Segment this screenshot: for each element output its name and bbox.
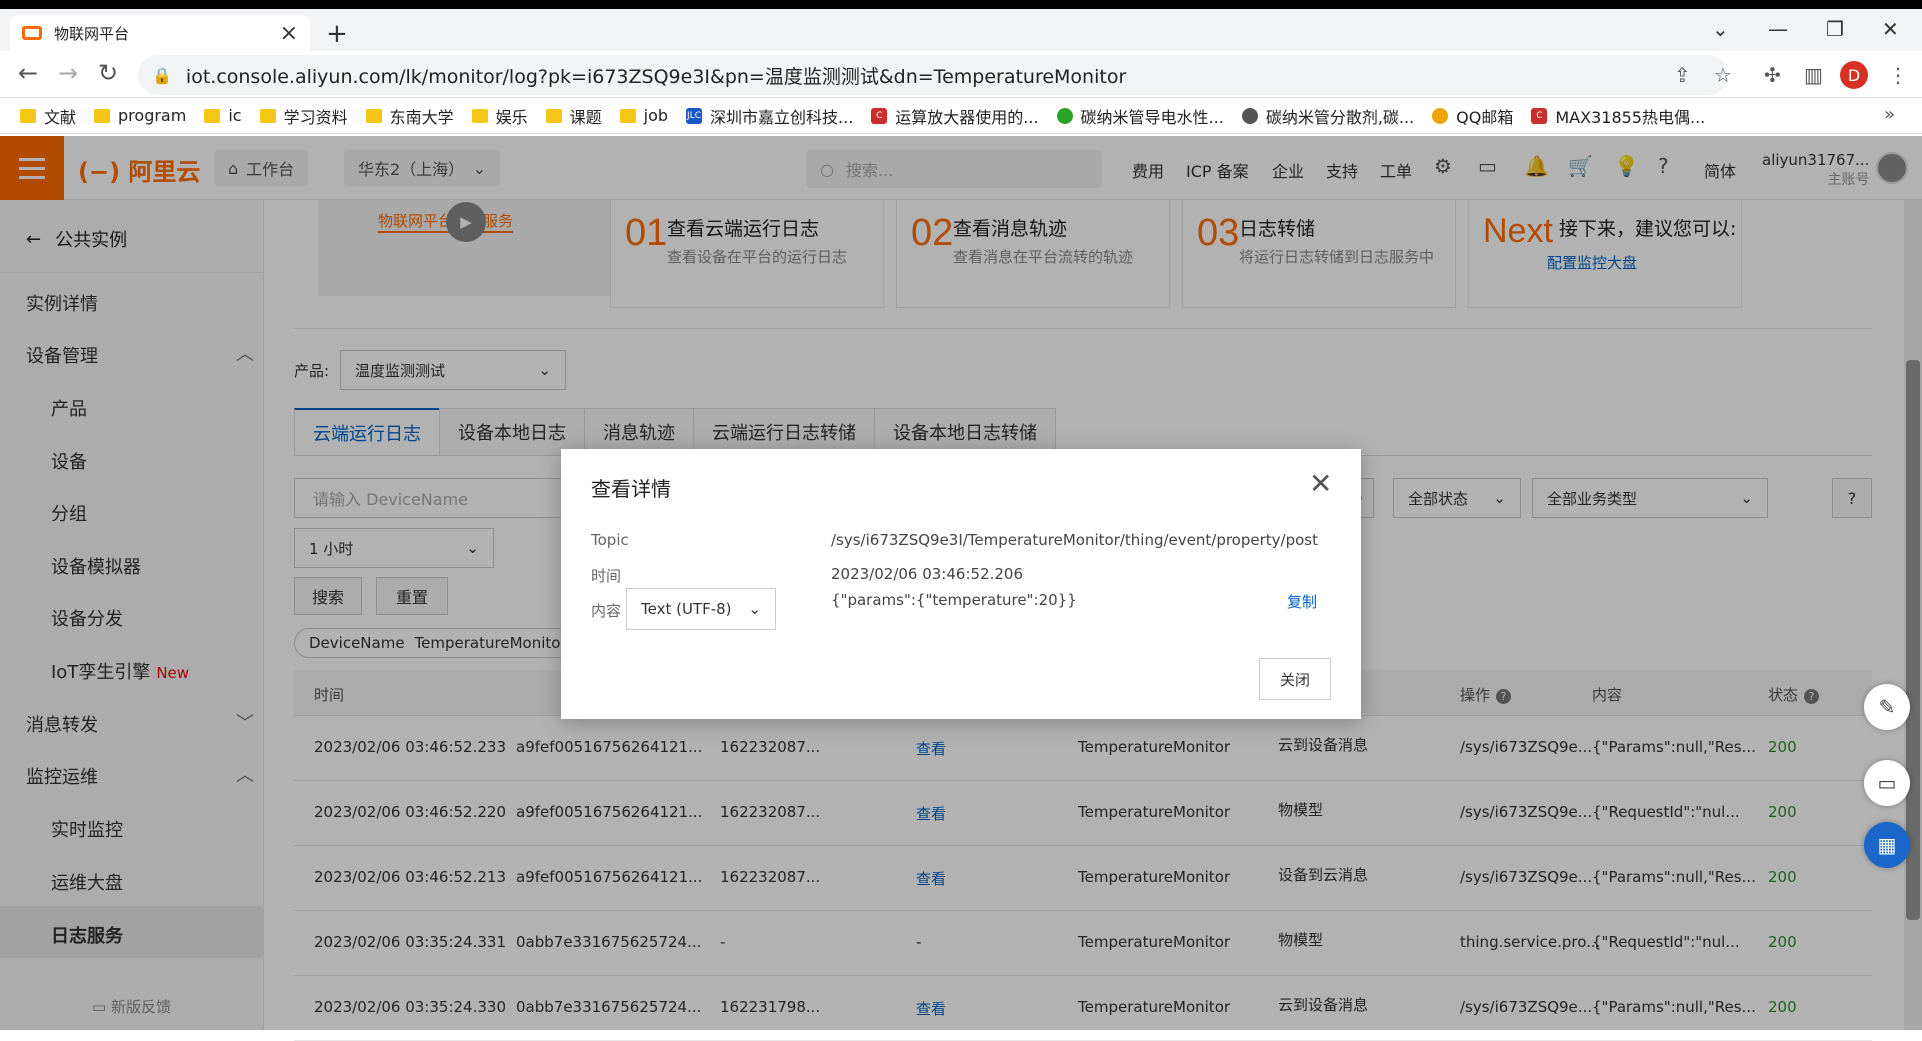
bookmark-item[interactable]: 碳纳米管分散剂,碳... (1241, 104, 1414, 128)
tab-title: 物联网平台 (54, 24, 130, 43)
time-label: 时间 (591, 567, 622, 585)
csdn-favicon-icon: C (871, 107, 888, 124)
folder-icon (204, 108, 221, 123)
bookmark-item[interactable]: 课题 (545, 104, 602, 128)
bookmark-item[interactable]: 娱乐 (471, 104, 528, 128)
window-top-edge (0, 0, 1922, 9)
folder-icon (20, 108, 36, 123)
browser-tab-strip: 物联网平台 × + ⌄ — ❐ ✕ (0, 9, 1922, 51)
close-window-icon[interactable]: ✕ (1882, 17, 1899, 41)
close-button[interactable]: 关闭 (1259, 658, 1331, 700)
edit-fab-icon[interactable]: ✎ (1864, 684, 1910, 730)
menu-icon[interactable]: ⋮ (1888, 63, 1908, 87)
bookmark-item[interactable]: ic (204, 106, 242, 125)
more-bookmarks-icon[interactable]: » (1884, 104, 1895, 125)
share-icon[interactable]: ⇪ (1674, 63, 1691, 87)
close-icon[interactable]: ✕ (1309, 467, 1332, 500)
tab-search-icon[interactable]: ⌄ (1712, 17, 1729, 41)
forward-icon[interactable]: → (58, 59, 78, 87)
chevron-down-icon: ⌄ (748, 600, 761, 618)
profile-avatar[interactable]: D (1840, 61, 1868, 89)
qq-mail-favicon-icon (1432, 107, 1449, 124)
chat-fab-icon[interactable]: ▭ (1864, 760, 1910, 806)
lock-icon: 🔒 (152, 65, 172, 85)
apps-fab-icon[interactable]: ▦ (1864, 822, 1910, 868)
jlc-favicon-icon: JLC (686, 107, 703, 124)
bookmark-item[interactable]: 文献 (20, 104, 76, 128)
copy-link[interactable]: 复制 (1287, 591, 1317, 612)
new-tab-icon[interactable]: + (326, 19, 348, 49)
folder-icon (94, 108, 111, 123)
address-bar-row: ← → ↻ 🔒 iot.console.aliyun.com/lk/monito… (0, 51, 1922, 98)
bookmark-item[interactable]: 碳纳米管导电水性... (1056, 104, 1224, 128)
csdn-favicon-icon: C (1531, 107, 1548, 124)
topic-value: /sys/i673ZSQ9e3I/TemperatureMonitor/thin… (831, 531, 1318, 549)
encoding-select[interactable]: Text (UTF-8) ⌄ (626, 588, 776, 630)
bookmark-item[interactable]: job (619, 106, 668, 125)
content-label: 内容 (591, 602, 622, 620)
bookmark-item[interactable]: C MAX31855热电偶... (1531, 104, 1705, 128)
folder-icon (545, 108, 562, 123)
green-circle-favicon-icon (1056, 107, 1073, 124)
time-value: 2023/02/06 03:46:52.206 (831, 565, 1023, 583)
aliyun-favicon-icon (22, 26, 42, 40)
extensions-icon[interactable]: ✣ (1764, 63, 1781, 87)
url-field[interactable]: 🔒 iot.console.aliyun.com/lk/monitor/log?… (138, 55, 1728, 95)
minimize-icon[interactable]: — (1768, 17, 1788, 41)
content-value: {"params":{"temperature":20}} (831, 591, 1077, 609)
bookmarks-bar: 文献 program ic 学习资料 东南大学 娱乐 课题 job JLC 深圳市… (0, 98, 1922, 134)
folder-icon (619, 108, 636, 123)
close-tab-icon[interactable]: × (280, 21, 298, 46)
reload-icon[interactable]: ↻ (98, 59, 118, 87)
bookmark-item[interactable]: 学习资料 (259, 104, 348, 128)
bookmark-item[interactable]: 东南大学 (365, 104, 454, 128)
bookmark-item[interactable]: program (94, 106, 186, 125)
folder-icon (471, 108, 488, 123)
side-panel-icon[interactable]: ▥ (1804, 63, 1823, 87)
url-text: iot.console.aliyun.com/lk/monitor/log?pk… (185, 65, 1127, 88)
topic-label: Topic (591, 531, 629, 549)
globe-icon (1241, 107, 1258, 124)
browser-tab[interactable]: 物联网平台 × (10, 15, 310, 51)
bookmark-star-icon[interactable]: ☆ (1714, 63, 1732, 87)
folder-icon (259, 108, 276, 123)
folder-icon (365, 108, 382, 123)
restore-icon[interactable]: ❐ (1826, 17, 1844, 41)
detail-dialog: 查看详情 ✕ Topic /sys/i673ZSQ9e3I/Temperatur… (561, 449, 1361, 719)
bookmark-item[interactable]: C 运算放大器使用的... (871, 104, 1039, 128)
dialog-title: 查看详情 (591, 477, 671, 501)
back-icon[interactable]: ← (18, 59, 38, 87)
bookmark-item[interactable]: JLC 深圳市嘉立创科技... (686, 104, 853, 128)
bookmark-item[interactable]: QQ邮箱 (1432, 104, 1513, 128)
